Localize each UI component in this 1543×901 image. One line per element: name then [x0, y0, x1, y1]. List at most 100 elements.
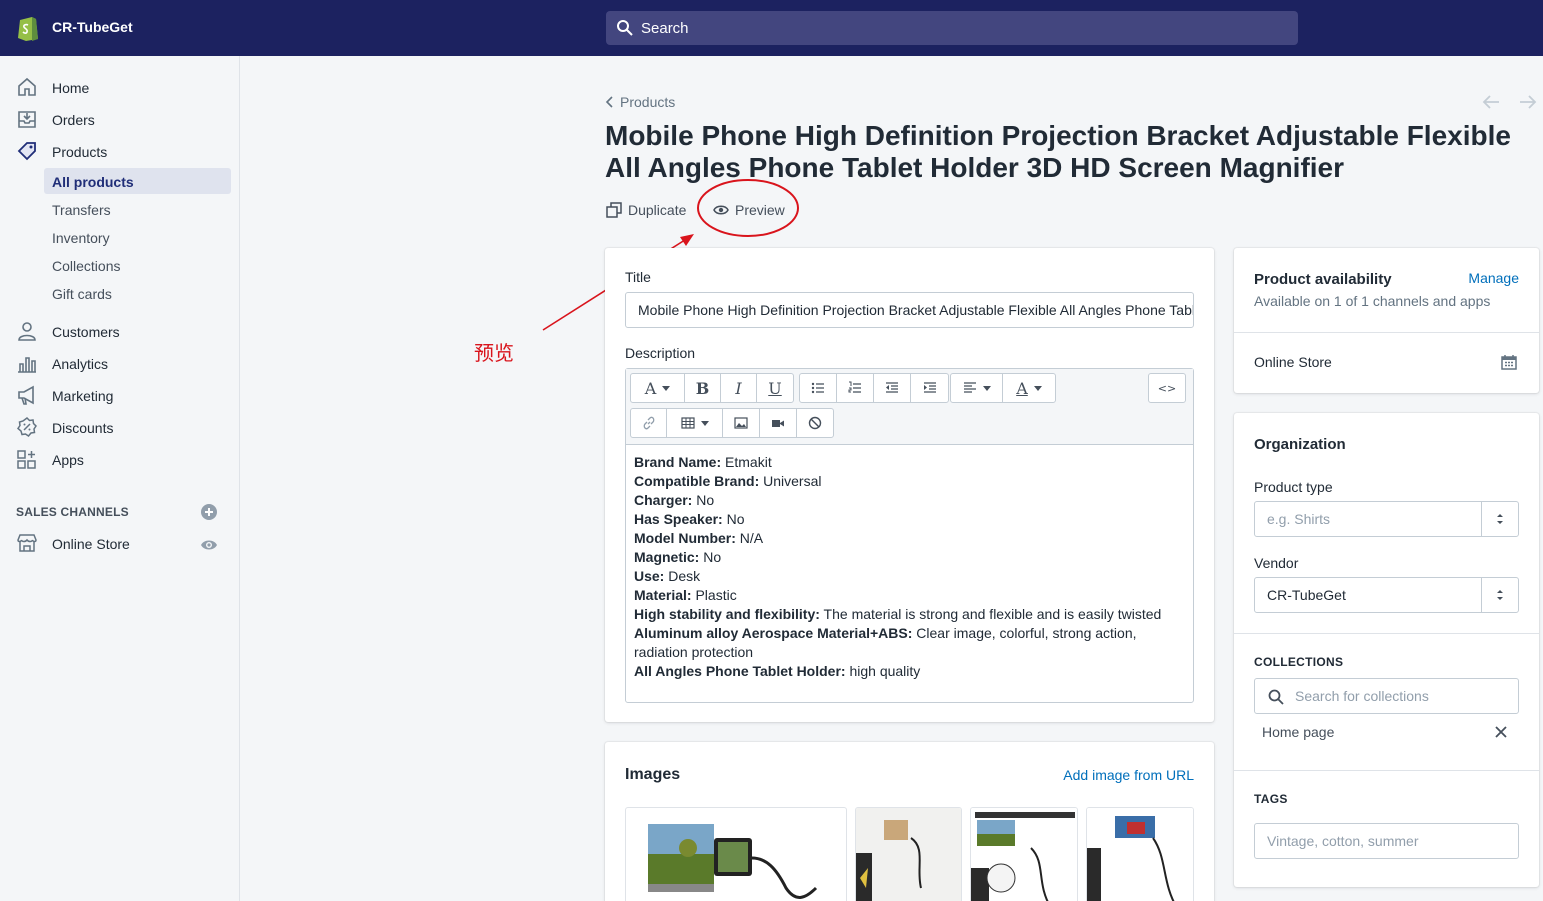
clear-formatting-button[interactable]	[797, 409, 833, 437]
html-code-button[interactable]: <>	[1149, 374, 1185, 402]
next-product-arrow-icon[interactable]	[1518, 93, 1538, 111]
desc-value: Etmakit	[721, 454, 772, 470]
nav-marketing[interactable]: Marketing	[0, 382, 240, 410]
vendor-select[interactable]: CR-TubeGet	[1254, 577, 1519, 613]
nav-gift-cards[interactable]: Gift cards	[44, 280, 231, 306]
outdent-icon	[886, 382, 898, 393]
calendar-icon[interactable]	[1501, 354, 1517, 370]
nav-inventory[interactable]: Inventory	[44, 224, 231, 250]
add-channel-icon[interactable]	[201, 504, 217, 520]
store-name[interactable]: CR-TubeGet	[52, 19, 133, 35]
nav-discounts[interactable]: Discounts	[0, 414, 240, 442]
tags-heading: TAGS	[1254, 792, 1288, 806]
description-content[interactable]: Brand Name: Etmakit Compatible Brand: Un…	[634, 453, 1186, 681]
desc-line: High stability and flexibility: The mate…	[634, 605, 1186, 624]
nav-analytics[interactable]: Analytics	[0, 350, 240, 378]
description-editor[interactable]: A B I U A <> Brand Name: Etmakit Compati…	[625, 368, 1194, 703]
caret-down-icon	[700, 420, 709, 426]
add-image-from-url-link[interactable]: Add image from URL	[1063, 767, 1194, 783]
nav-products[interactable]: Products	[0, 138, 240, 166]
remove-collection-close-icon[interactable]	[1494, 725, 1508, 739]
search-bar[interactable]: Search	[606, 11, 1298, 45]
caret-down-icon	[982, 385, 991, 391]
insert-video-button[interactable]	[760, 409, 797, 437]
collections-search-input[interactable]: Search for collections	[1254, 678, 1519, 714]
indent-button[interactable]	[911, 374, 948, 402]
code-group: <>	[1148, 373, 1186, 403]
breadcrumb-products-link[interactable]: Products	[620, 94, 675, 110]
select-arrows	[1481, 578, 1518, 612]
product-photo-3	[971, 808, 1077, 901]
orders-icon	[18, 111, 36, 128]
desc-key: Magnetic:	[634, 549, 700, 565]
desc-key: Brand Name:	[634, 454, 722, 470]
product-type-label: Product type	[1254, 479, 1333, 495]
previous-product-arrow-icon[interactable]	[1481, 93, 1501, 111]
nav-apps[interactable]: Apps	[0, 446, 240, 474]
italic-button[interactable]: I	[721, 374, 757, 402]
images-title: Images	[625, 766, 681, 783]
align-button[interactable]	[951, 374, 1003, 402]
collection-item-home-page: Home page	[1262, 724, 1335, 740]
manage-link[interactable]: Manage	[1468, 270, 1519, 286]
annotation-arrow-head	[680, 234, 694, 246]
images-card: Images Add image from URL	[605, 742, 1214, 901]
desc-line: Has Speaker: No	[634, 510, 1186, 529]
product-image-4[interactable]	[1086, 807, 1194, 901]
desc-line: Aluminum alloy Aerospace Material+ABS: C…	[634, 624, 1186, 662]
font-style-button[interactable]: A	[631, 374, 685, 402]
numbered-list-icon	[848, 381, 861, 393]
text-color-button[interactable]: A	[1003, 374, 1055, 402]
view-store-eye-icon[interactable]	[200, 537, 218, 553]
desc-line: All Angles Phone Tablet Holder: high qua…	[634, 662, 1186, 681]
tags-input[interactable]: Vintage, cotton, summer	[1254, 823, 1519, 859]
underline-button[interactable]: U	[757, 374, 793, 402]
bullet-list-button[interactable]	[800, 374, 837, 402]
nav-orders[interactable]: Orders	[0, 106, 240, 134]
nav-customers[interactable]: Customers	[0, 318, 240, 346]
table-icon	[680, 417, 695, 429]
nav-label: Gift cards	[52, 286, 112, 302]
chevron-left-icon	[605, 96, 613, 108]
desc-key: Has Speaker:	[634, 511, 723, 527]
nav-transfers[interactable]: Transfers	[44, 196, 231, 222]
vendor-label: Vendor	[1254, 555, 1299, 571]
tags-placeholder: Vintage, cotton, summer	[1267, 833, 1419, 849]
numbered-list-button[interactable]	[837, 374, 874, 402]
insert-link-button[interactable]	[631, 409, 667, 437]
nav-label: Online Store	[52, 536, 130, 552]
desc-value: The material is strong and flexible and …	[819, 606, 1162, 622]
product-image-main[interactable]	[625, 807, 847, 901]
search-placeholder: Search	[641, 20, 689, 37]
home-icon	[18, 77, 36, 96]
video-icon	[772, 420, 784, 427]
insert-table-button[interactable]	[667, 409, 723, 437]
product-photo-main	[648, 824, 818, 899]
product-type-select[interactable]: e.g. Shirts	[1254, 501, 1519, 537]
organization-card: Organization Product type e.g. Shirts Ve…	[1234, 413, 1539, 887]
apps-icon	[17, 450, 36, 469]
insert-image-button[interactable]	[723, 409, 760, 437]
product-image-3[interactable]	[970, 807, 1078, 901]
sales-channels-heading: SALES CHANNELS	[16, 505, 129, 519]
nav-all-products[interactable]: All products	[44, 168, 231, 194]
align-color-group: A	[950, 373, 1056, 403]
nav-home[interactable]: Home	[0, 74, 240, 102]
title-input[interactable]: Mobile Phone High Definition Projection …	[625, 292, 1194, 328]
desc-value: No	[692, 492, 715, 508]
outdent-button[interactable]	[874, 374, 911, 402]
organization-title: Organization	[1254, 436, 1346, 453]
desc-key: Model Number:	[634, 530, 736, 546]
customer-icon	[18, 322, 36, 341]
bold-button[interactable]: B	[685, 374, 721, 402]
nav-collections[interactable]: Collections	[44, 252, 231, 278]
product-image-2[interactable]	[855, 807, 962, 901]
shopify-logo-icon[interactable]	[16, 14, 40, 42]
tag-icon	[17, 142, 36, 161]
desc-line: Use: Desk	[634, 567, 1186, 586]
bold-glyph: B	[695, 378, 710, 398]
desc-value: Universal	[759, 473, 822, 489]
availability-title: Product availability	[1254, 271, 1392, 288]
underline-glyph: U	[768, 378, 782, 398]
desc-line: Charger: No	[634, 491, 1186, 510]
